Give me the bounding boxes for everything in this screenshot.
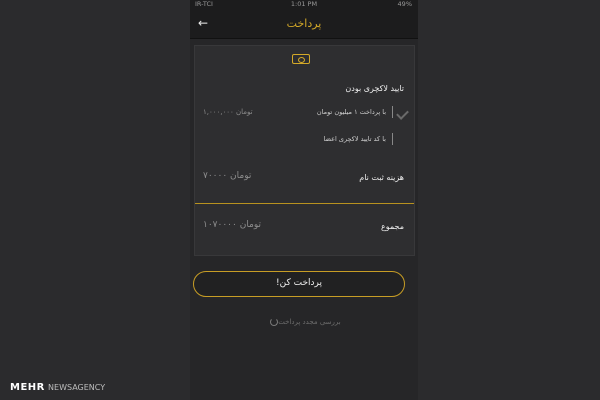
money-icon (292, 54, 310, 64)
status-time: 1:01 PM (290, 0, 318, 8)
status-bar: IR-TCI 1:01 PM 49% (190, 0, 418, 9)
recheck-payment-link[interactable]: بررسی مجدد پرداخت (190, 318, 418, 326)
total-amount: ۱۰۷۰۰۰۰ تومان (203, 220, 262, 230)
divider-line (195, 203, 414, 204)
registration-fee-label: هزینه ثبت نام (359, 173, 404, 182)
payment-card: تایید لاکچری بودن با پرداخت ۱ میلیون توم… (194, 45, 415, 256)
option-divider (392, 106, 393, 118)
recheck-label: بررسی مجدد پرداخت (278, 318, 341, 326)
watermark: MEHR NEWSAGENCY (10, 382, 105, 393)
option-member-code[interactable]: با کد تایید لاکچری اعضا (323, 135, 386, 143)
option-pay-million-amount: ۱,۰۰۰,۰۰۰ تومان (203, 108, 253, 116)
phone-screen: IR-TCI 1:01 PM 49% ← پرداخت تایید لاکچری… (190, 0, 418, 400)
checkmark-icon (396, 107, 409, 120)
registration-fee-amount: ۷۰۰۰۰ تومان (203, 171, 252, 181)
pay-button[interactable]: پرداخت کن! (193, 271, 405, 297)
nav-bar: ← پرداخت (190, 9, 418, 39)
battery-text: 49% (397, 0, 412, 8)
total-label: مجموع (381, 222, 404, 231)
option-divider (392, 133, 393, 145)
watermark-agency: NEWSAGENCY (48, 383, 106, 392)
option-pay-million[interactable]: با پرداخت ۱ میلیون تومان (317, 108, 386, 116)
watermark-brand: MEHR (10, 382, 45, 393)
page-title: پرداخت (286, 17, 322, 30)
confirm-luxury-label: تایید لاکچری بودن (345, 84, 404, 93)
